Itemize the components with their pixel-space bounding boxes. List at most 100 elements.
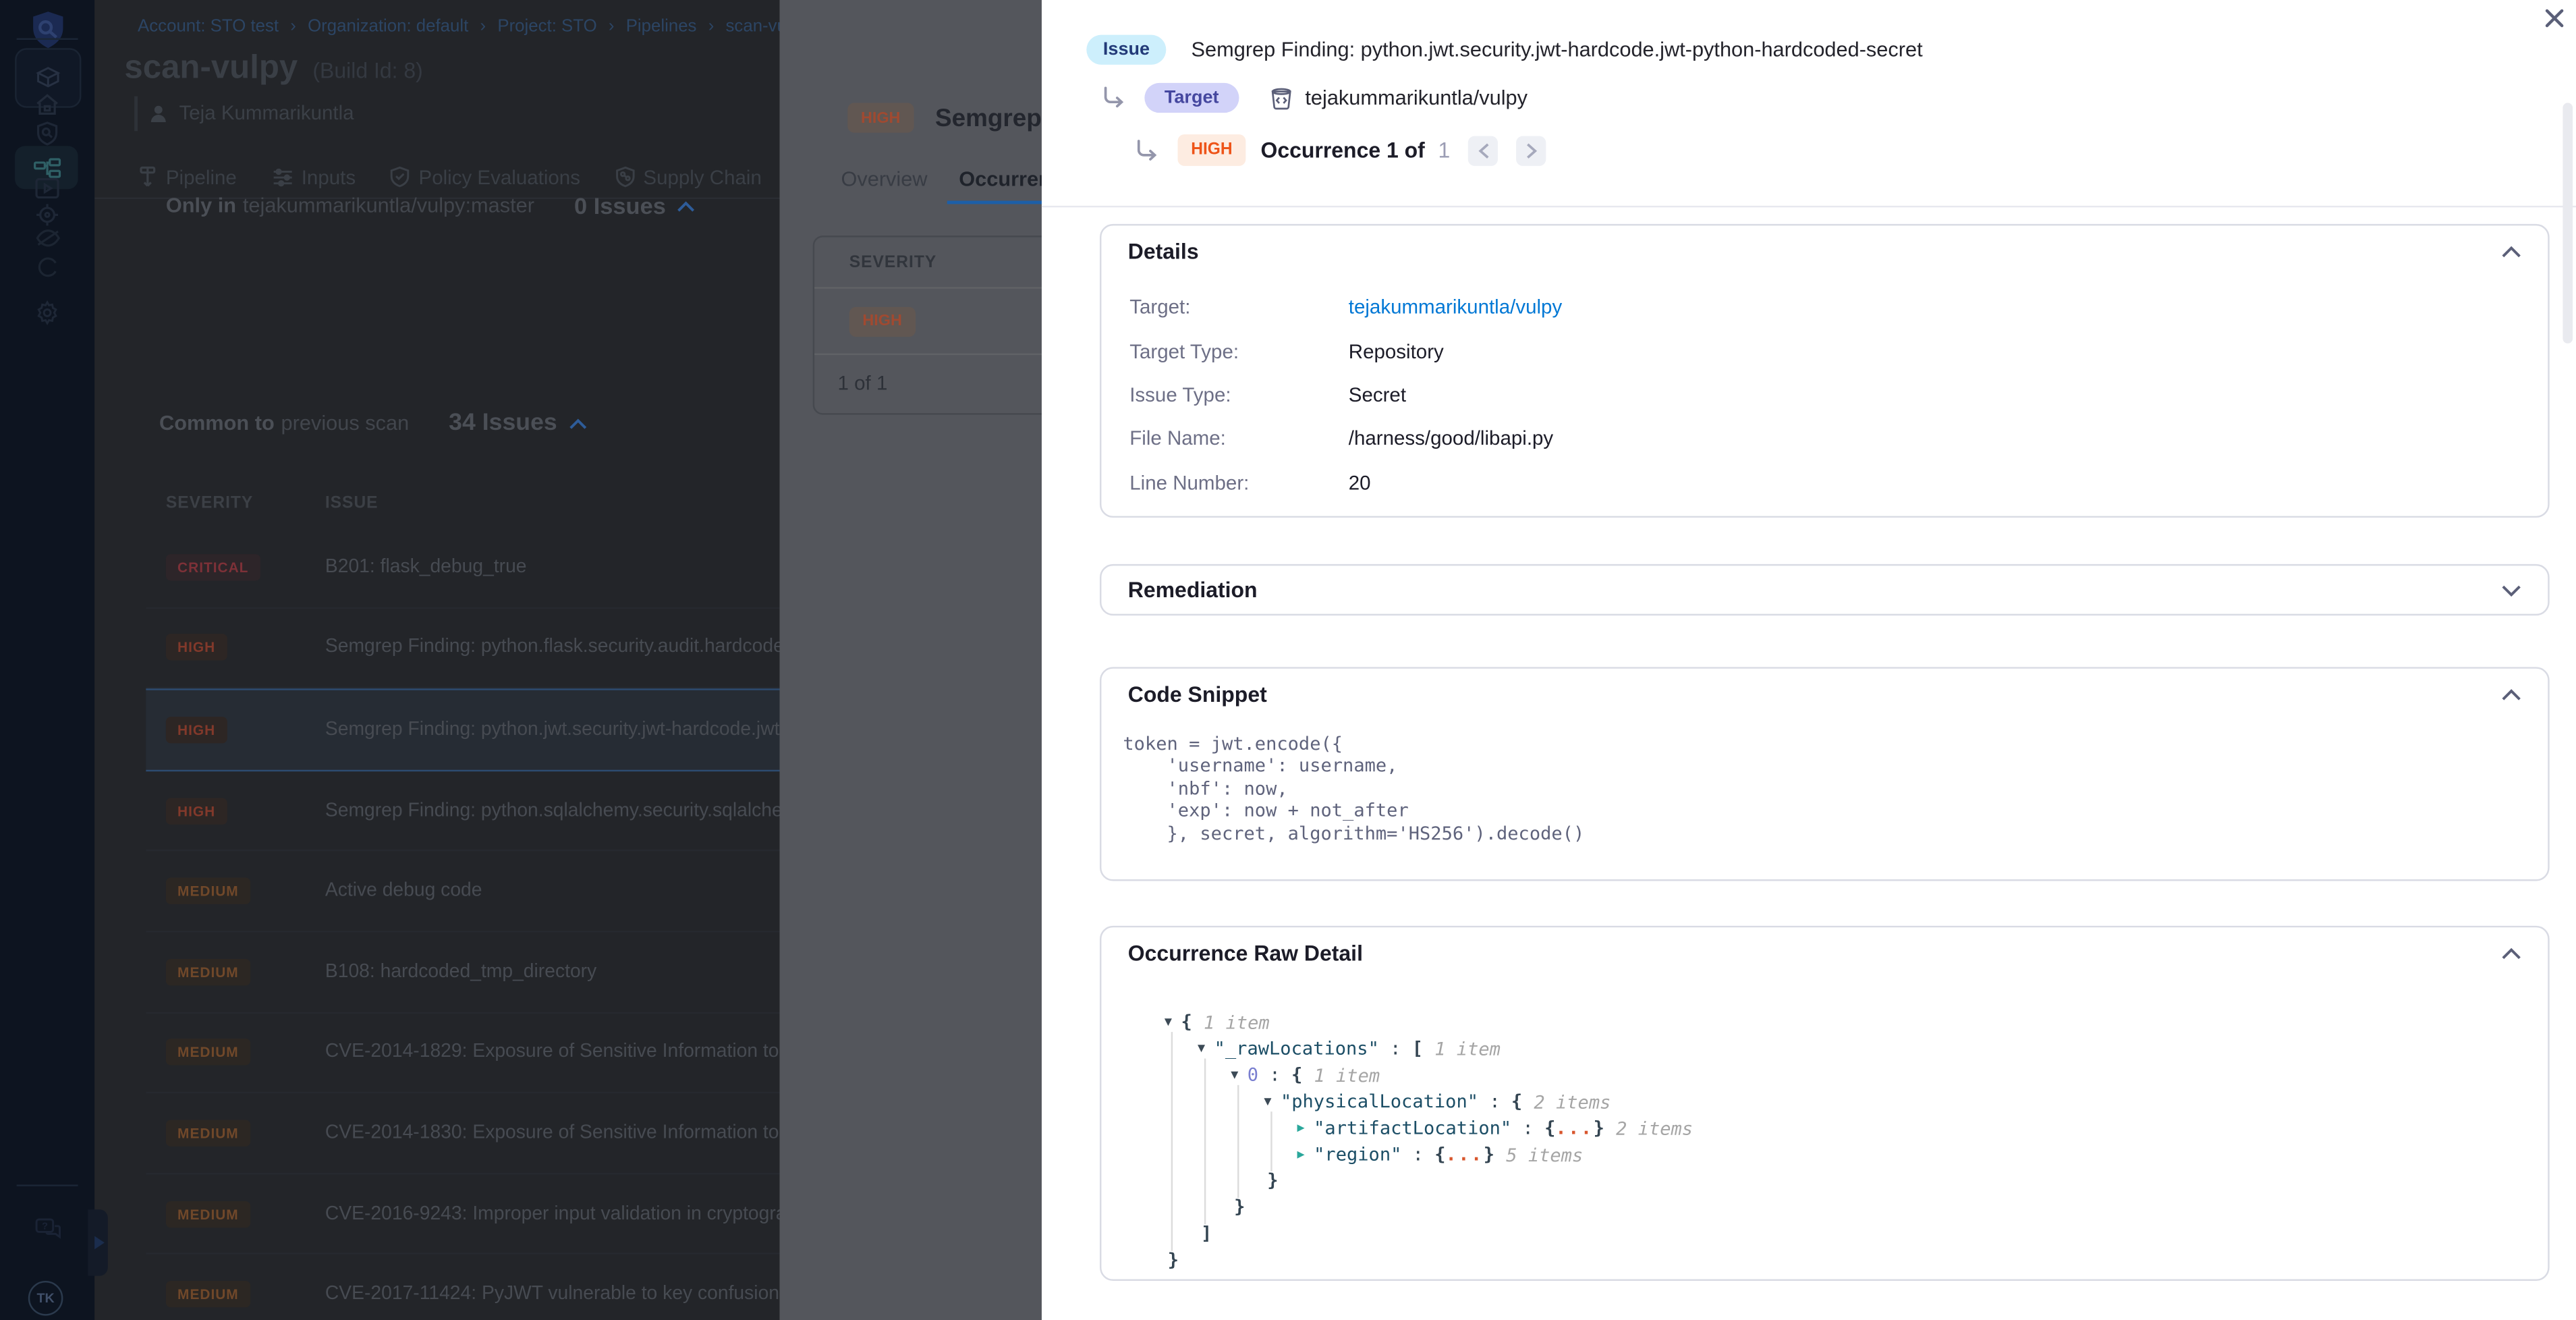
detail-label: Issue Type: (1129, 383, 1349, 406)
detail-value: Secret (1349, 383, 1406, 406)
collapse-toggle-icon[interactable]: ▼ (1264, 1089, 1281, 1115)
chevron-up-icon[interactable] (2501, 688, 2521, 701)
detail-label: Target: (1129, 296, 1349, 319)
detail-value: Repository (1349, 339, 1444, 362)
sidebar-item-settings[interactable] (0, 300, 94, 325)
tab-policy-evaluations[interactable]: Policy Evaluations (387, 159, 584, 194)
sidebar-expand-handle[interactable] (88, 1209, 108, 1275)
target-badge: Target (1144, 83, 1239, 113)
raw-json-tree: ▼{1 item▼"_rawLocations" : [1 item▼0 : {… (1165, 1009, 2548, 1274)
detail-row: Target: tejakummarikuntla/vulpy (1101, 285, 2548, 329)
severity-badge: CRITICAL (166, 554, 260, 580)
json-token-meta: 1 item (1314, 1064, 1380, 1086)
occurrence-title: Semgrep Finding: python.jwt.security.jwt… (1192, 38, 1923, 61)
tree-line: ▼"physicalLocation" : {2 items (1165, 1089, 2548, 1115)
sidebar-item-targets[interactable] (0, 202, 94, 227)
page-title: scan-vulpy (124, 50, 298, 88)
json-token-meta: 2 items (1534, 1091, 1611, 1112)
tab-label: Policy Evaluations (419, 165, 580, 188)
sidebar-divider (17, 1184, 78, 1186)
tree-line: } (1165, 1168, 2548, 1194)
previous-occurrence-button[interactable] (1468, 135, 1498, 165)
collapse-toggle-icon[interactable]: ▼ (1231, 1062, 1248, 1088)
common-to-summary: Common to previous scan 34 Issues (159, 410, 587, 436)
json-token-brace: { (1434, 1144, 1445, 1165)
only-in-count[interactable]: 0 Issues (574, 192, 666, 219)
occurrence-detail-panel: Issue Semgrep Finding: python.jwt.securi… (1042, 0, 2576, 1320)
json-token-brace: } (1484, 1144, 1494, 1165)
tab-pipeline[interactable]: Pipeline (134, 159, 240, 194)
inputs-tab-icon (271, 167, 293, 187)
breadcrumb-item[interactable]: Pipelines (626, 17, 726, 37)
only-in-prefix: Only in (166, 194, 236, 217)
sidebar-nav: ? TK (0, 0, 94, 1320)
json-token-punc: : (1401, 1144, 1434, 1165)
json-token-punc: : (1511, 1118, 1544, 1139)
json-token-index: 0 (1248, 1064, 1258, 1086)
detail-row: Target Type: Repository (1101, 329, 2548, 373)
breadcrumb-item[interactable]: Project: STO (497, 17, 625, 37)
column-severity: SEVERITY (146, 493, 325, 512)
json-token-brace: } (1168, 1249, 1179, 1271)
tab-overview[interactable]: Overview (841, 167, 927, 204)
sidebar-item-scans[interactable] (0, 121, 94, 146)
chevron-up-icon[interactable] (2501, 947, 2521, 960)
pipeline-icon (32, 157, 61, 178)
branch-arrow-icon (1101, 86, 1124, 109)
severity-badge: HIGH (1178, 134, 1246, 166)
json-token-brace: { (1181, 1011, 1192, 1033)
sidebar-divider (17, 38, 78, 40)
detail-value: 20 (1349, 471, 1371, 494)
chevron-up-icon[interactable] (2501, 245, 2521, 258)
tab-inputs[interactable]: Inputs (269, 159, 359, 194)
detail-label: Line Number: (1129, 471, 1349, 494)
pipeline-tab-icon (138, 166, 158, 188)
tab-supply-chain[interactable]: Supply Chain (612, 159, 765, 194)
chevron-up-icon[interactable] (677, 200, 696, 211)
tree-line: } (1165, 1248, 2548, 1274)
avatar[interactable]: TK (28, 1281, 63, 1316)
cube-icon (35, 65, 61, 91)
tree-guide (1204, 1059, 1205, 1225)
sidebar-item-home[interactable] (0, 93, 94, 116)
sidebar-item-executions[interactable] (0, 177, 94, 199)
sidebar-item-help[interactable]: ? (0, 1218, 94, 1241)
shield-search-icon (35, 121, 60, 146)
breadcrumb-item[interactable]: Account: STO test (138, 17, 308, 37)
json-token-meta: 5 items (1506, 1144, 1583, 1165)
tab-label: Pipeline (166, 165, 237, 188)
repository-icon (1268, 86, 1293, 111)
tree-line: } (1165, 1194, 2548, 1221)
chevron-right-icon (1525, 142, 1537, 159)
scrollbar-thumb[interactable] (2563, 103, 2573, 343)
close-button[interactable] (2541, 5, 2567, 31)
tree-line: ▼{1 item (1165, 1009, 2548, 1035)
sidebar-item-getting-started[interactable] (0, 256, 94, 279)
severity-badge: MEDIUM (166, 1039, 250, 1066)
next-occurrence-button[interactable] (1517, 135, 1546, 165)
user-icon (148, 102, 169, 123)
tree-guide (1237, 1085, 1238, 1198)
chevron-down-icon[interactable] (2501, 583, 2521, 597)
sto-logo-icon (30, 10, 66, 50)
build-id-label: (Build Id: 8) (312, 58, 422, 83)
json-token-brace: } (1234, 1197, 1245, 1218)
breadcrumb-item[interactable]: Organization: default (308, 17, 497, 37)
raw-detail-heading: Occurrence Raw Detail (1128, 941, 1363, 966)
chevron-up-icon[interactable] (569, 417, 587, 429)
only-in-summary: Only in tejakummarikuntla/vulpy:master 0… (166, 192, 696, 219)
json-token-brace: ] (1201, 1223, 1212, 1244)
chevron-right-icon (92, 1236, 103, 1250)
json-token-brace: { (1291, 1064, 1302, 1086)
sidebar-item-exemptions[interactable] (0, 229, 94, 247)
target-name[interactable]: tejakummarikuntla/vulpy (1305, 86, 1528, 109)
severity-badge: MEDIUM (166, 1120, 250, 1146)
json-token-meta: 1 item (1434, 1038, 1501, 1060)
collapse-toggle-icon[interactable]: ▼ (1198, 1035, 1214, 1062)
expand-toggle-icon[interactable]: ▶ (1297, 1115, 1314, 1141)
tree-line: ] (1165, 1221, 2548, 1247)
common-count[interactable]: 34 Issues (449, 410, 557, 436)
expand-toggle-icon[interactable]: ▶ (1297, 1141, 1314, 1167)
collapse-toggle-icon[interactable]: ▼ (1165, 1009, 1181, 1035)
breadcrumb: Account: STO testOrganization: defaultPr… (138, 17, 809, 37)
